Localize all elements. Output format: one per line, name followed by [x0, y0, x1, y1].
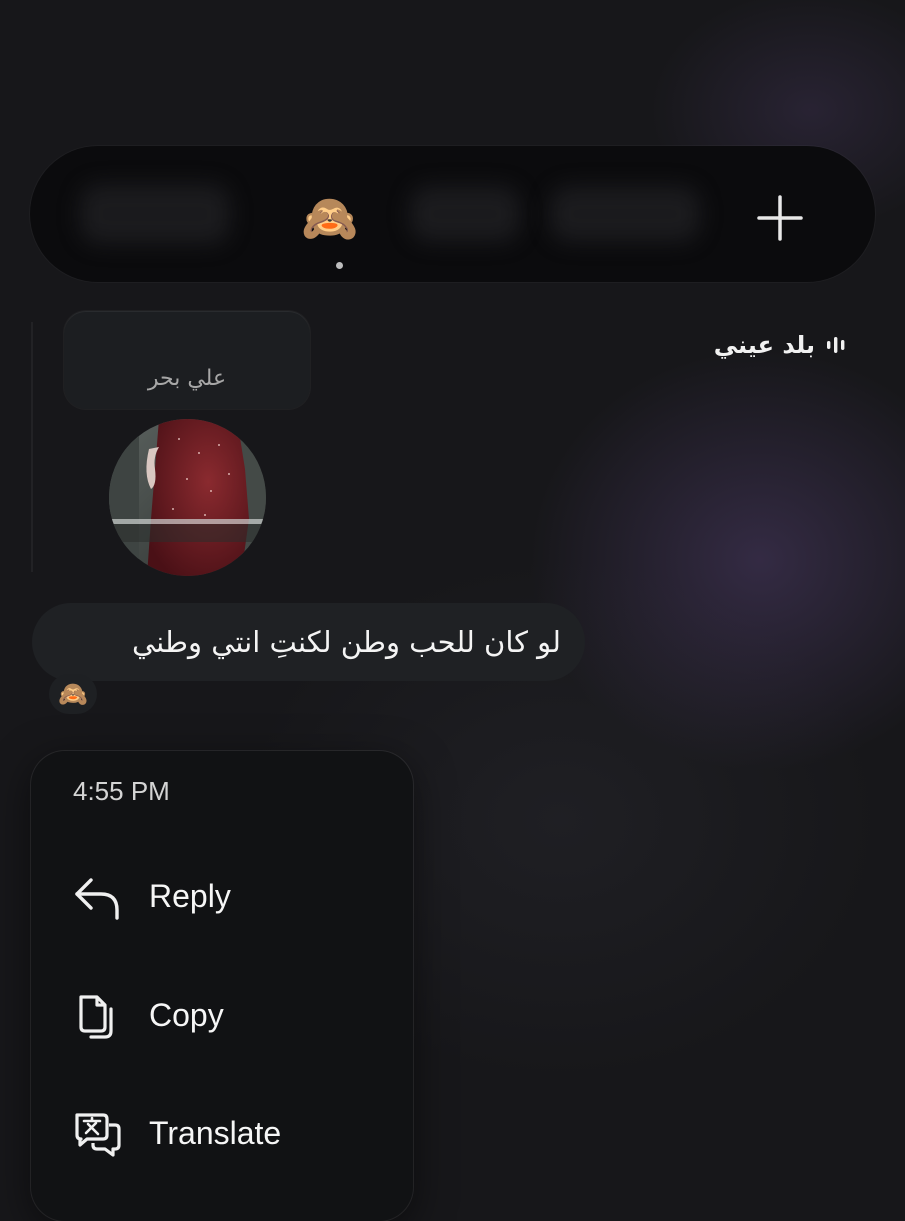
menu-item-reply[interactable]: Reply [31, 851, 413, 941]
menu-item-label: Translate [149, 1114, 282, 1151]
menu-item-label: Reply [149, 877, 231, 914]
plus-icon [757, 195, 803, 241]
message-timestamp: 4:55 PM [73, 776, 170, 806]
blurred-emoji-1[interactable] [80, 184, 230, 244]
reaction-bar [30, 146, 875, 282]
music-artist: علي بحر [147, 366, 227, 391]
circular-photo-message[interactable] [109, 419, 266, 576]
selected-reaction-emoji[interactable]: 🙈 [301, 187, 358, 249]
reply-icon [75, 878, 119, 920]
menu-item-translate[interactable]: Translate [31, 1088, 413, 1178]
blurred-emoji-3[interactable] [550, 186, 700, 242]
music-share-card[interactable] [64, 311, 310, 409]
copy-icon [79, 995, 113, 1039]
message-text: لو كان للحب وطن لكنتِ انتي وطني [132, 625, 561, 659]
message-reaction-chip[interactable]: 🙈 [49, 674, 97, 714]
translate-icon [75, 1113, 121, 1157]
photo-image [109, 419, 266, 576]
thread-line [31, 322, 33, 572]
selected-indicator-dot [336, 262, 343, 269]
menu-item-copy[interactable]: Copy [31, 970, 413, 1060]
music-title-row: بلد عيني [714, 331, 847, 359]
music-title: بلد عيني [713, 331, 815, 359]
menu-item-label: Copy [149, 996, 224, 1033]
blurred-emoji-2[interactable] [410, 186, 520, 242]
add-reaction-button[interactable] [752, 190, 808, 246]
audio-wave-icon [827, 337, 845, 353]
